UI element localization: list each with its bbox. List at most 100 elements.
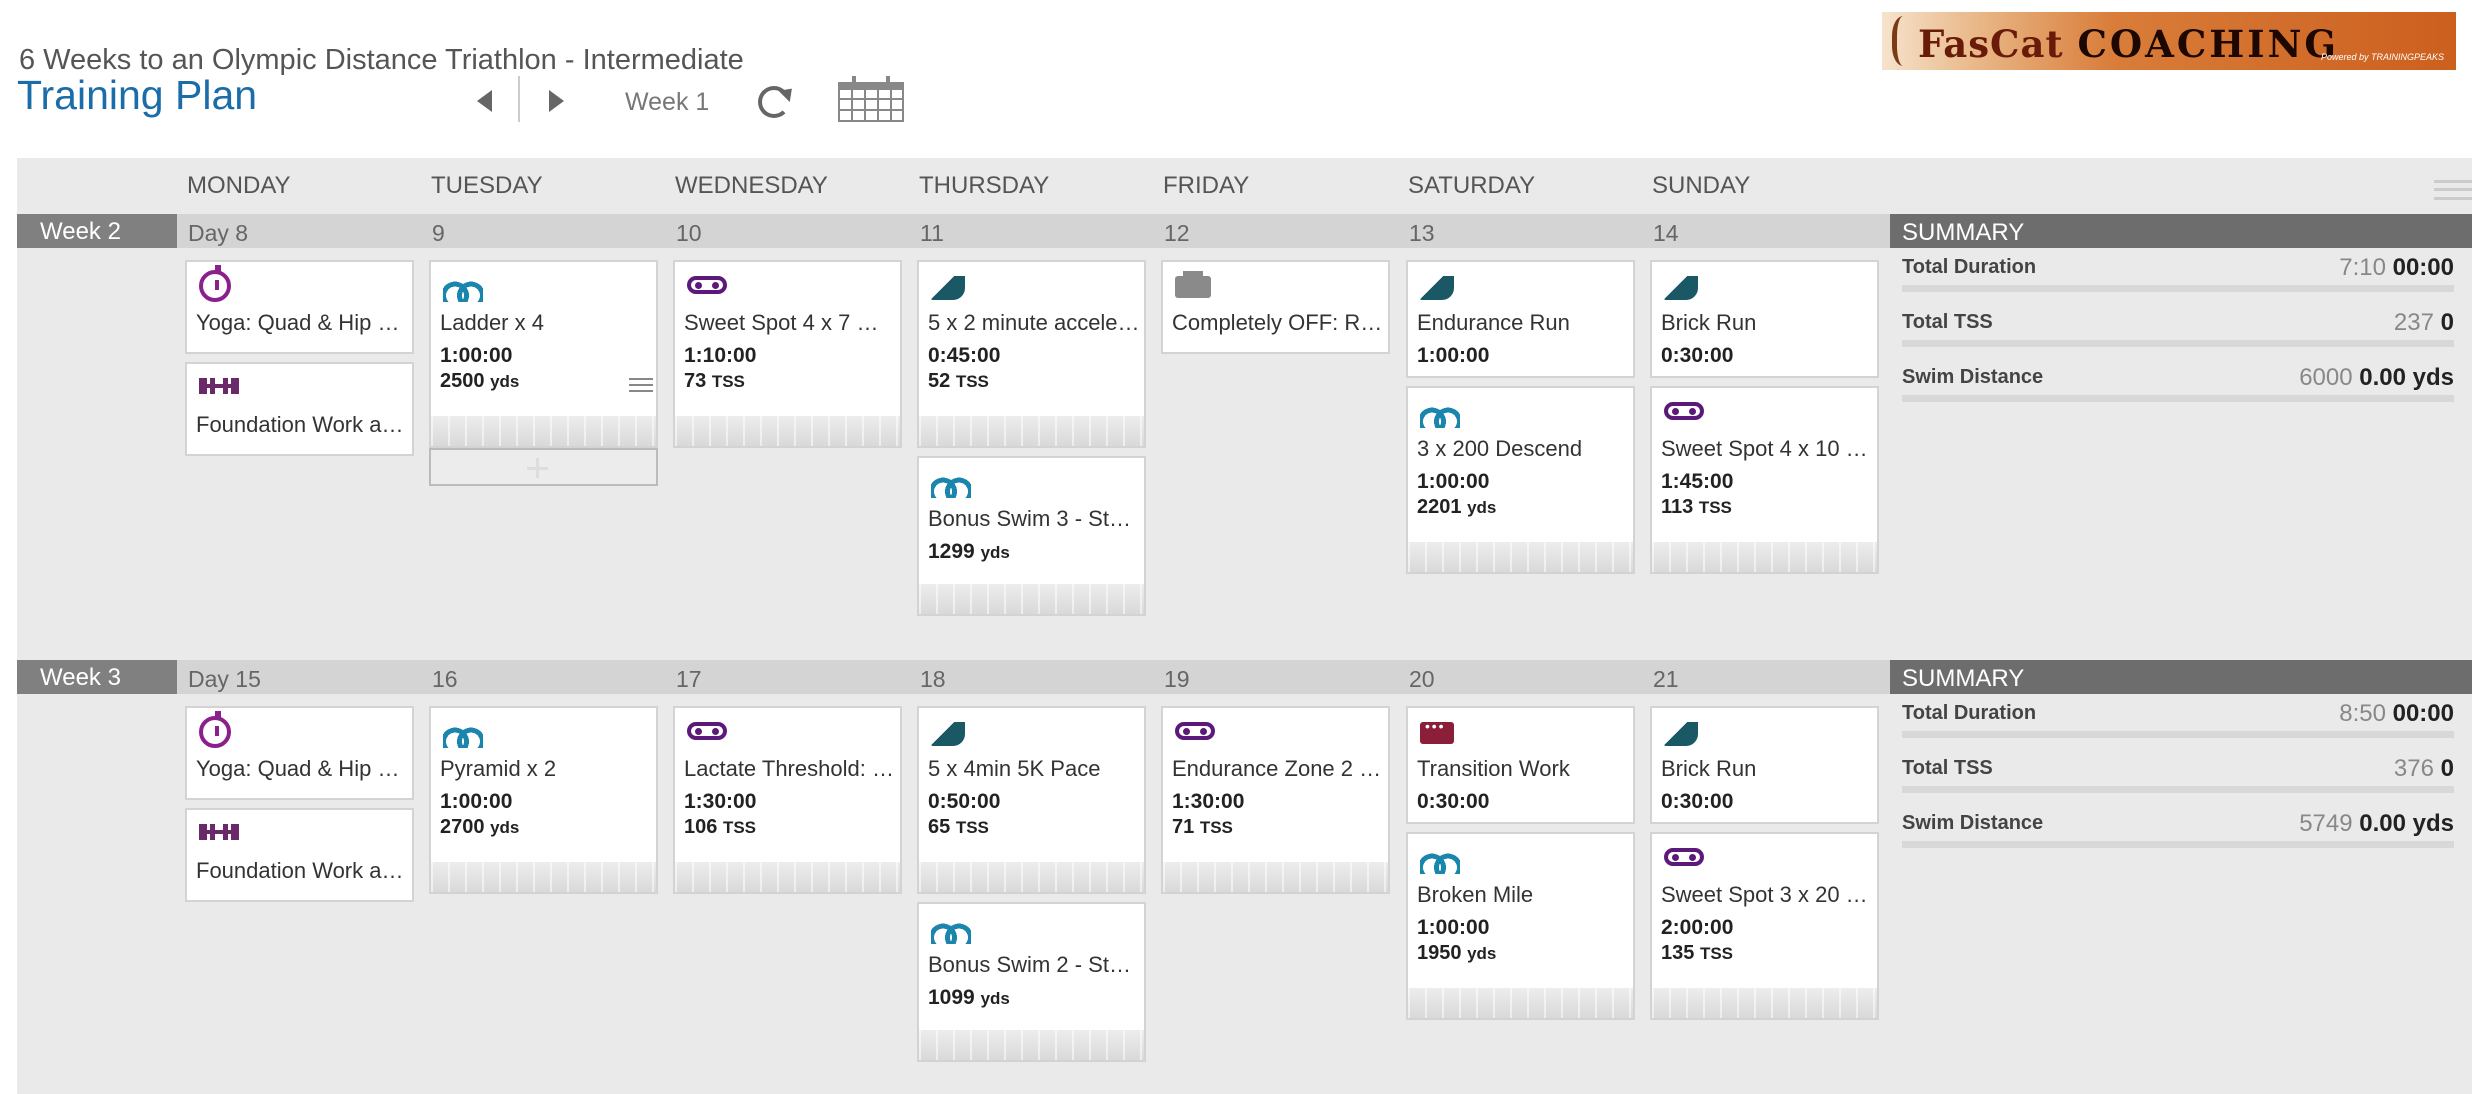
summary-label: Total Duration [1902, 256, 2037, 278]
swim-icon [931, 466, 971, 498]
previous-week-button[interactable] [466, 80, 502, 122]
workout-metric-value: 2700 [440, 816, 491, 838]
summary-planned: 7:10 [2339, 254, 2393, 281]
workout-unit: TSS [722, 818, 756, 837]
run-icon [1420, 276, 1454, 300]
refresh-icon[interactable] [758, 86, 790, 118]
summary-value: 5749 0.00 yds [2299, 810, 2454, 838]
summary-header: SUMMARY [1890, 214, 2472, 248]
summary-planned: 5749 [2299, 810, 2360, 837]
workout-card[interactable]: 5 x 2 minute accelerations 0:45:00 52 TSS [917, 260, 1146, 448]
workout-card[interactable]: Bonus Swim 3 - Steady 1299 yds [917, 456, 1146, 616]
summary-row: Total TSS 237 0 [1902, 309, 2454, 347]
summary-completed: 0 [2440, 309, 2454, 336]
day-number: 11 [920, 220, 944, 246]
bike-icon [1664, 402, 1704, 420]
workout-title: Ladder x 4 [440, 310, 544, 335]
summary-label: Swim Distance [1902, 812, 2044, 834]
workout-card[interactable]: Foundation Work and Core [185, 362, 414, 456]
day-number: 10 [676, 220, 702, 246]
workout-duration: 2:00:00 [1661, 916, 1734, 939]
logo-text: FasCat COACHING [1918, 22, 2339, 66]
summary-label: Swim Distance [1902, 366, 2044, 388]
workout-title: Lactate Threshold: 3 x 10 [684, 756, 896, 781]
day-number: 13 [1409, 220, 1435, 246]
workout-card[interactable]: Sweet Spot 4 x 7 minutes 1:10:00 73 TSS [673, 260, 902, 448]
workout-metric: 135 TSS [1661, 942, 1733, 965]
workout-duration: 1:30:00 [684, 790, 757, 813]
weekday-label: SUNDAY [1652, 172, 1751, 199]
weekday-header: MONDAY TUESDAY WEDNESDAY THURSDAY FRIDAY SATU… [17, 158, 2472, 214]
workout-metric-value: 52 [928, 370, 956, 392]
chevron-right-icon [548, 90, 564, 112]
next-week-button[interactable] [538, 80, 574, 122]
workout-intensity-graph [919, 416, 1144, 446]
workout-intensity-graph [675, 862, 900, 892]
summary-value: 7:10 00:00 [2339, 254, 2454, 282]
add-workout-button[interactable] [429, 448, 658, 486]
workout-intensity-graph [1408, 988, 1633, 1018]
workout-card[interactable]: 3 x 200 Descend 1:00:00 2201 yds [1406, 386, 1635, 574]
workout-title: Sweet Spot 3 x 20 minutes [1661, 882, 1873, 907]
summary-planned: 8:50 [2339, 700, 2393, 727]
calendar-grid: MONDAY TUESDAY WEDNESDAY THURSDAY FRIDAY SATU… [17, 158, 2472, 1094]
workout-card[interactable]: Lactate Threshold: 3 x 10 1:30:00 106 TSS [673, 706, 902, 894]
day-number: Day 8 [188, 220, 249, 246]
workout-intensity-graph [431, 862, 656, 892]
workout-unit: TSS [1698, 498, 1732, 517]
workout-card[interactable]: Yoga: Quad & Hip Flexor [185, 706, 414, 800]
off-icon [1175, 271, 1211, 298]
workout-card[interactable]: Yoga: Quad & Hip Flexor [185, 260, 414, 354]
strength-icon [199, 378, 239, 394]
workout-card[interactable]: Endurance Zone 2 Ride 1:30:00 71 TSS [1161, 706, 1390, 894]
workout-title: 3 x 200 Descend [1417, 436, 1583, 461]
workout-card[interactable]: 5 x 4min 5K Pace 0:50:00 65 TSS [917, 706, 1146, 894]
summary-row: Total Duration 7:10 00:00 [1902, 254, 2454, 292]
swim-icon [443, 716, 483, 748]
swim-icon [1420, 842, 1460, 874]
day-number: 16 [432, 666, 458, 692]
workout-metric-value: 2201 [1417, 496, 1468, 518]
workout-duration: 1:30:00 [1172, 790, 1245, 813]
workout-unit: TSS [955, 372, 989, 391]
workout-unit: yds [980, 989, 1010, 1008]
workout-duration: 0:30:00 [1417, 790, 1490, 813]
week-label: Week 3 [17, 660, 177, 694]
workout-metric: 71 TSS [1172, 816, 1233, 839]
workout-card[interactable]: Ladder x 4 1:00:00 2500 yds [429, 260, 658, 448]
workout-intensity-graph [1652, 542, 1877, 572]
workout-card[interactable]: Pyramid x 2 1:00:00 2700 yds [429, 706, 658, 894]
day-menu-icon[interactable] [629, 378, 653, 392]
summary-planned: 237 [2393, 309, 2441, 336]
workout-card[interactable]: Brick Run 0:30:00 [1650, 706, 1879, 824]
workout-title: 5 x 2 minute accelerations [928, 310, 1140, 335]
workout-card[interactable]: Completely OFF: Rest [1161, 260, 1390, 354]
calendar-icon[interactable] [838, 76, 904, 122]
bike-icon [687, 722, 727, 740]
workout-card[interactable]: Brick Run 0:30:00 [1650, 260, 1879, 378]
workout-title: Endurance Zone 2 Ride [1172, 756, 1384, 781]
workout-intensity-graph [1163, 862, 1388, 892]
workout-card[interactable]: Sweet Spot 3 x 20 minutes 2:00:00 135 TSS [1650, 832, 1879, 1020]
workout-card[interactable]: Bonus Swim 2 - Steady 1099 yds [917, 902, 1146, 1062]
workout-metric-value: 106 [684, 816, 723, 838]
workout-card[interactable]: Transition Work 0:30:00 [1406, 706, 1635, 824]
workout-card[interactable]: Broken Mile 1:00:00 1950 yds [1406, 832, 1635, 1020]
workout-intensity-graph [431, 416, 656, 446]
workout-card[interactable]: Sweet Spot 4 x 10 minutes 1:45:00 113 TSS [1650, 386, 1879, 574]
workout-card[interactable]: Endurance Run 1:00:00 [1406, 260, 1635, 378]
workout-unit: yds [1467, 944, 1497, 963]
workout-metric: 65 TSS [928, 816, 989, 839]
workout-duration: 0:30:00 [1661, 790, 1734, 813]
workout-duration: 1:00:00 [1417, 470, 1490, 493]
calendar-menu-icon[interactable] [2434, 180, 2472, 200]
workout-card[interactable]: Foundation Work and Core [185, 808, 414, 902]
summary-label: Total TSS [1902, 757, 1993, 779]
workout-metric-value: 113 [1661, 496, 1699, 518]
page: 6 Weeks to an Olympic Distance Triathlon… [0, 0, 2472, 1094]
logo-brand: FasCat [1918, 22, 2064, 66]
logo-powered-by: Powered by TRAININGPEAKS [2320, 52, 2444, 62]
workout-unit: yds [1467, 498, 1497, 517]
summary-completed: 0.00 yds [2359, 810, 2454, 837]
workout-unit: TSS [955, 818, 989, 837]
